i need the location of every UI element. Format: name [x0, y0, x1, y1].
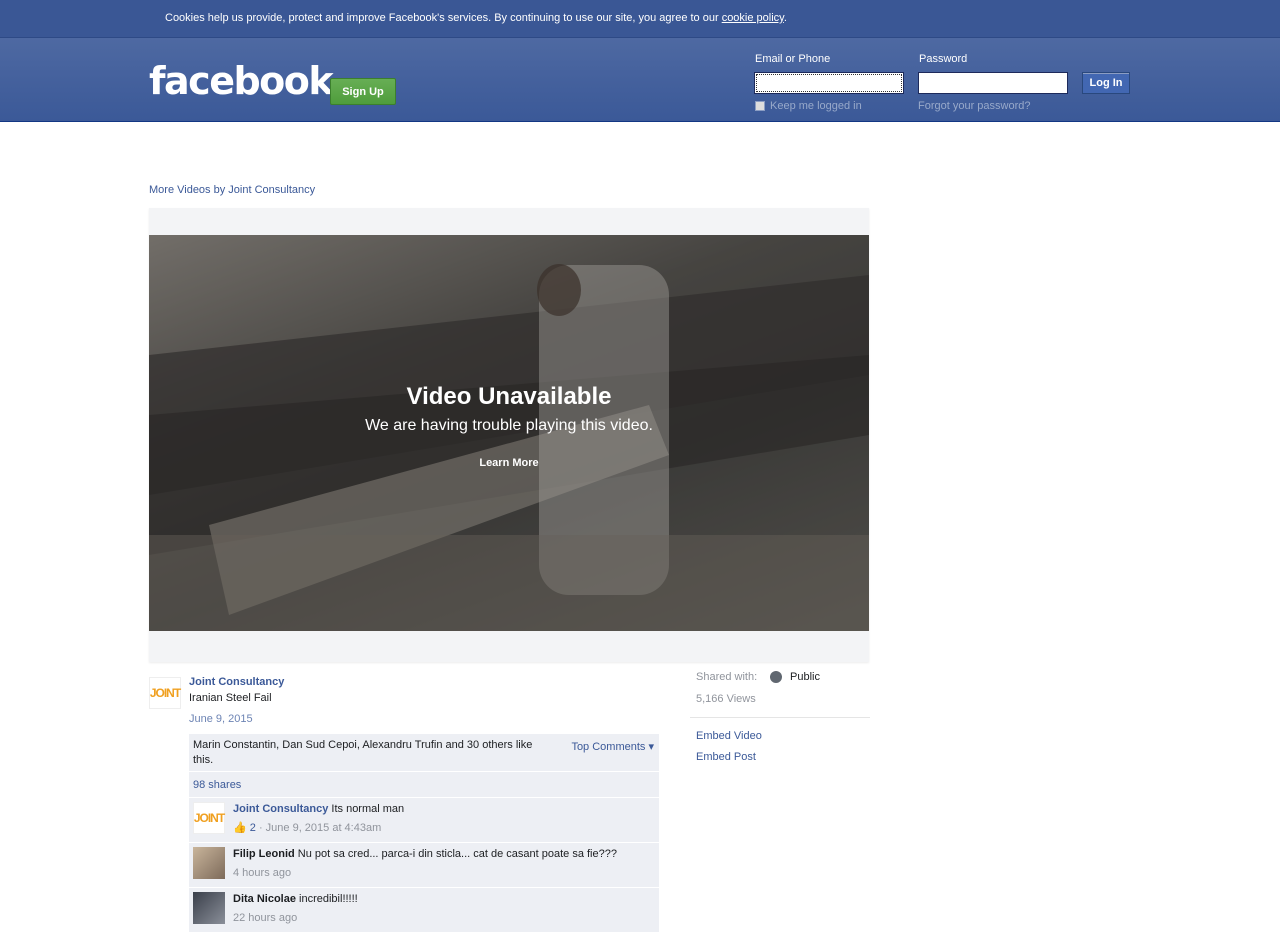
learn-more-link[interactable]: Learn More: [149, 457, 869, 469]
comment-meta: 👍 2 · June 9, 2015 at 4:43am: [233, 821, 619, 842]
comment-text: Nu pot sa cred... parca-i din sticla... …: [297, 848, 617, 860]
signup-button[interactable]: Sign Up: [330, 78, 396, 105]
page-avatar-text: JOINT: [149, 686, 181, 700]
comment-text: incredibil!!!!!: [299, 893, 358, 905]
checkbox-icon[interactable]: [755, 101, 765, 111]
keep-logged-in-label: Keep me logged in: [770, 100, 862, 112]
login-button[interactable]: Log In: [1082, 72, 1130, 94]
cookie-banner: Cookies help us provide, protect and imp…: [0, 0, 1280, 38]
comment-item: JOINT Joint Consultancy Its normal man 👍…: [189, 798, 659, 843]
comment-author[interactable]: Filip Leonid: [233, 848, 295, 860]
comment-avatar[interactable]: [193, 892, 225, 924]
shares-row: 98 shares: [189, 772, 659, 798]
cookie-suffix: .: [783, 12, 787, 24]
comment-meta: 22 hours ago: [233, 912, 298, 924]
comment-body: Filip Leonid Nu pot sa cred... parca-i d…: [233, 843, 659, 887]
likes-row: Marin Constantin, Dan Sud Cepoi, Alexand…: [189, 734, 659, 772]
privacy-indicator: Public: [770, 671, 820, 683]
email-label: Email or Phone: [755, 53, 831, 65]
shares-link[interactable]: 98 shares: [193, 779, 241, 791]
password-input[interactable]: [918, 72, 1068, 94]
comment-text: Its normal man: [331, 803, 405, 815]
video-unavailable-subtitle: We are having trouble playing this video…: [365, 417, 653, 434]
embed-post-link[interactable]: Embed Post: [696, 751, 756, 763]
post-title: Iranian Steel Fail: [189, 692, 272, 704]
sidebar-divider: [690, 717, 870, 718]
comment-time: · June 9, 2015 at 4:43am: [255, 822, 382, 834]
privacy-label: Public: [790, 671, 820, 683]
comment-meta: 4 hours ago: [233, 867, 292, 879]
video-unavailable-title: Video Unavailable: [406, 383, 612, 410]
keep-logged-in[interactable]: Keep me logged in: [755, 100, 862, 112]
cookie-text: Cookies help us provide, protect and imp…: [165, 12, 787, 24]
comment-item: Dita Nicolae incredibil!!!!! 22 hours ag…: [189, 888, 659, 933]
cookie-policy-link[interactable]: cookie policy: [722, 12, 784, 24]
comment-body: Dita Nicolae incredibil!!!!! 22 hours ag…: [233, 888, 659, 932]
top-header: facebook Sign Up Email or Phone Password…: [0, 38, 1280, 122]
page-avatar[interactable]: JOINT: [149, 677, 181, 709]
comment-body: Joint Consultancy Its normal man 👍 2 · J…: [233, 798, 659, 842]
post-page-name[interactable]: Joint Consultancy: [189, 676, 284, 688]
comment-item: Filip Leonid Nu pot sa cred... parca-i d…: [189, 843, 659, 888]
comment-avatar-text: JOINT: [193, 811, 225, 825]
top-comments-dropdown[interactable]: Top Comments ▾: [571, 740, 654, 753]
post-date[interactable]: June 9, 2015: [189, 713, 253, 725]
comment-author[interactable]: Dita Nicolae: [233, 893, 296, 905]
post-date-link[interactable]: June 9, 2015: [189, 713, 253, 725]
video-player[interactable]: Video Unavailable We are having trouble …: [149, 235, 869, 631]
like-thumb-icon[interactable]: 👍: [233, 822, 247, 834]
view-count: 5,166 Views: [696, 693, 756, 705]
shared-with-label: Shared with:: [696, 671, 758, 683]
embed-video-link[interactable]: Embed Video: [696, 730, 762, 742]
email-input[interactable]: [754, 72, 904, 94]
password-label: Password: [919, 53, 968, 65]
comment-avatar[interactable]: JOINT: [193, 802, 225, 834]
more-videos-link[interactable]: More Videos by Joint Consultancy: [149, 184, 315, 196]
likes-summary[interactable]: Marin Constantin, Dan Sud Cepoi, Alexand…: [193, 738, 533, 768]
feedback-section: Marin Constantin, Dan Sud Cepoi, Alexand…: [189, 734, 659, 933]
cookie-message: Cookies help us provide, protect and imp…: [165, 12, 722, 24]
globe-icon: [770, 671, 782, 683]
forgot-password-link[interactable]: Forgot your password?: [918, 100, 1031, 112]
facebook-logo[interactable]: facebook: [149, 62, 334, 100]
comment-author[interactable]: Joint Consultancy: [233, 803, 328, 815]
comment-avatar[interactable]: [193, 847, 225, 879]
